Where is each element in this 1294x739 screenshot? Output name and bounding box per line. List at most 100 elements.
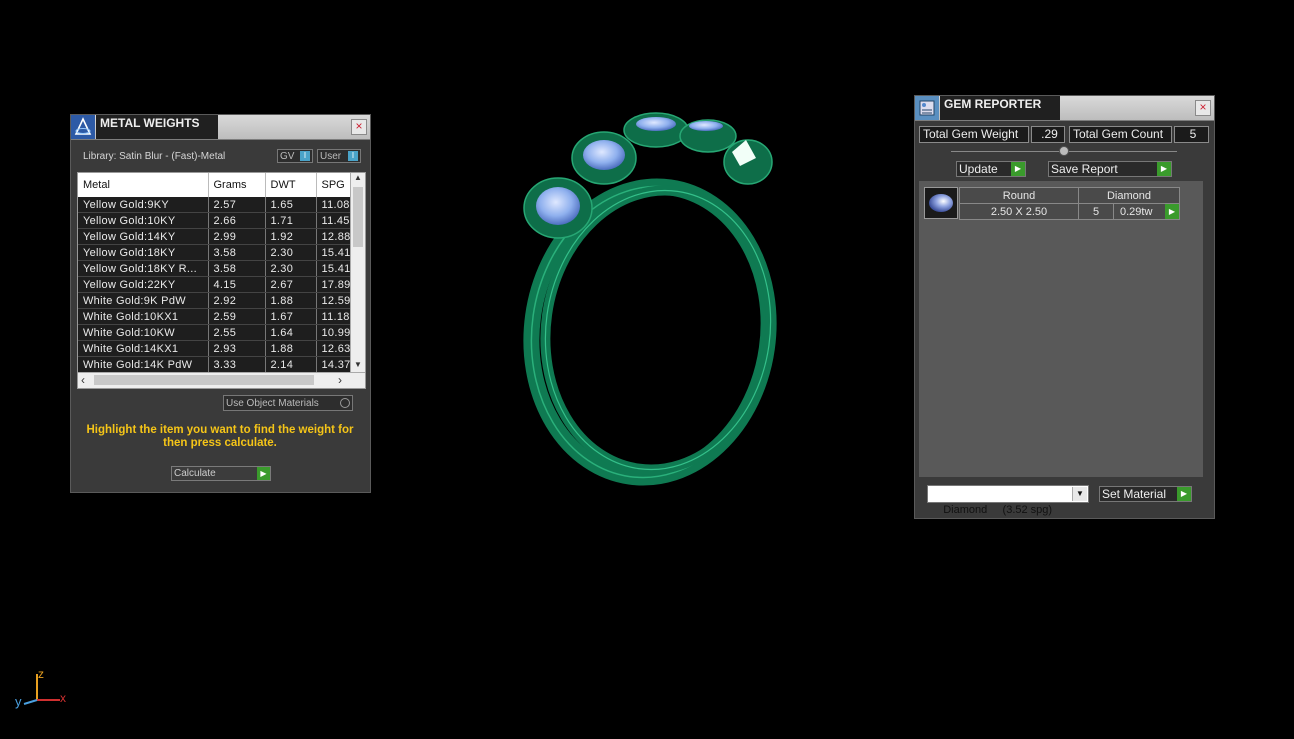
gv-toggle[interactable]: GV I [277,149,313,163]
gem-reporter-panel: GEM REPORTER × Total Gem Weight .29 Tota… [914,95,1215,519]
table-cell: 4.15 [208,276,266,293]
table-row[interactable]: White Gold:14K PdW 3.33 2.14 14.37 [78,356,352,373]
slider-knob-icon[interactable] [1059,146,1069,156]
total-gem-weight-value: .29 [1031,126,1065,143]
table-cell: 1.88 [265,292,317,309]
metal-weights-titlebar[interactable]: METAL WEIGHTS × [71,115,370,140]
table-row[interactable]: Yellow Gold:10KY 2.66 1.71 11.45 [78,212,352,229]
toggle-knob-icon: I [300,151,310,161]
table-cell: 15.41 [316,244,352,261]
table-cell: Yellow Gold:22KY [78,276,209,293]
table-row[interactable]: White Gold:10KX1 2.59 1.67 11.18 [78,308,352,325]
scroll-up-icon[interactable]: ▲ [351,173,365,185]
library-label: Library: Satin Blur - (Fast)-Metal [83,151,226,162]
table-cell: 2.55 [208,324,266,341]
column-header[interactable]: DWT [265,173,317,197]
axis-gizmo: z x y [15,667,66,709]
table-cell: Yellow Gold:18KY [78,244,209,261]
calculate-button[interactable]: Calculate ▶ [171,466,271,481]
table-row[interactable]: Yellow Gold:18KY R... 3.58 2.30 15.41 [78,260,352,277]
gem-details-grid: Round Diamond 2.50 X 2.50 5 0.29tw ▶ [959,187,1180,220]
save-report-button[interactable]: Save Report ▶ [1048,161,1172,177]
gv-toggle-label: GV [280,151,295,162]
table-cell: White Gold:10KW [78,324,209,341]
set-material-button[interactable]: Set Material ▶ [1099,486,1192,502]
table-cell: 12.59 [316,292,352,309]
radio-icon [340,398,350,408]
axis-x-label: x [60,691,66,705]
round-gem-thumbnail-icon [924,187,958,219]
chevron-down-icon[interactable]: ▼ [1072,487,1087,501]
table-cell: 2.92 [208,292,266,309]
table-cell: 17.89 [316,276,352,293]
table-cell: 3.58 [208,244,266,261]
column-header[interactable]: Metal [78,173,209,197]
table-row[interactable]: Yellow Gold:22KY 4.15 2.67 17.89 [78,276,352,293]
table-cell: 2.66 [208,212,266,229]
table-cell: White Gold:14K PdW [78,356,209,373]
save-report-label: Save Report [1051,162,1118,176]
table-cell: 2.59 [208,308,266,325]
table-row[interactable]: Yellow Gold:9KY 2.57 1.65 11.08 [78,197,352,213]
table-cell: 2.30 [265,244,317,261]
gem-reporter-titlebar[interactable]: GEM REPORTER × [915,96,1214,121]
table-row[interactable]: White Gold:9K PdW 2.92 1.88 12.59 [78,292,352,309]
scroll-down-icon[interactable]: ▼ [351,360,365,372]
table-cell: 12.88 [316,228,352,245]
table-cell: 11.18 [316,308,352,325]
user-toggle[interactable]: User I [317,149,361,163]
table-cell: 1.88 [265,340,317,357]
set-material-label: Set Material [1102,487,1167,501]
table-cell: 1.64 [265,324,317,341]
table-row[interactable]: White Gold:14KX1 2.93 1.88 12.63 [78,340,352,357]
table-cell: Yellow Gold:18KY R... [78,260,209,277]
table-cell: 11.45 [316,212,352,229]
table-cell: 3.33 [208,356,266,373]
table-cell: 1.71 [265,212,317,229]
column-header[interactable]: Grams [208,173,266,197]
user-toggle-label: User [320,151,342,162]
table-cell: White Gold:9K PdW [78,292,209,309]
table-cell: White Gold:14KX1 [78,340,209,357]
close-icon[interactable]: × [351,119,367,135]
toggle-knob-icon: I [348,151,358,161]
table-cell: 10.99 [316,324,352,341]
table-cell: Yellow Gold:10KY [78,212,209,229]
metal-weights-title: METAL WEIGHTS [96,115,218,139]
table-cell: 2.14 [265,356,317,373]
use-object-materials-toggle[interactable]: Use Object Materials [223,395,353,411]
gem-row-play-icon[interactable]: ▶ [1165,204,1179,219]
total-gem-count-value: 5 [1174,126,1209,143]
ring-3d-view[interactable] [500,100,800,490]
calculate-label: Calculate [174,468,216,479]
gem-report-icon [915,96,939,120]
table-row[interactable]: White Gold:10KW 2.55 1.64 10.99 [78,324,352,341]
column-header[interactable]: SPG [316,173,352,197]
horizontal-scrollbar[interactable]: ‹ › [78,372,365,388]
scroll-right-icon[interactable]: › [338,373,342,387]
play-icon: ▶ [1011,162,1025,176]
material-select[interactable]: Diamond (3.52 spg) ▼ [927,485,1089,516]
axis-z-label: z [38,667,44,681]
table-cell: 12.63 [316,340,352,357]
gem-reporter-title: GEM REPORTER [940,96,1060,120]
update-button[interactable]: Update ▶ [956,161,1026,177]
vertical-scrollbar[interactable]: ▲ ▼ [350,173,365,372]
hscroll-thumb[interactable] [94,375,314,385]
metal-table: Metal Grams DWT SPG Yellow Gold:9KY 2.57 1.65… [78,173,352,373]
axis-y-label: y [15,694,22,709]
table-row[interactable]: Yellow Gold:18KY 3.58 2.30 15.41 [78,244,352,261]
gem-weight: 0.29tw ▶ [1113,203,1180,220]
table-cell: 1.92 [265,228,317,245]
scroll-thumb[interactable] [353,187,363,247]
gem-weight-value: 0.29tw [1120,205,1153,218]
gem-material: Diamond [1078,187,1180,204]
scroll-left-icon[interactable]: ‹ [81,373,85,387]
table-row[interactable]: Yellow Gold:14KY 2.99 1.92 12.88 [78,228,352,245]
close-icon[interactable]: × [1195,100,1211,116]
table-cell: Yellow Gold:9KY [78,197,209,213]
total-gem-count-label: Total Gem Count [1069,126,1172,143]
gem-shape: Round [959,187,1079,204]
table-cell: 2.99 [208,228,266,245]
play-icon: ▶ [257,467,270,480]
